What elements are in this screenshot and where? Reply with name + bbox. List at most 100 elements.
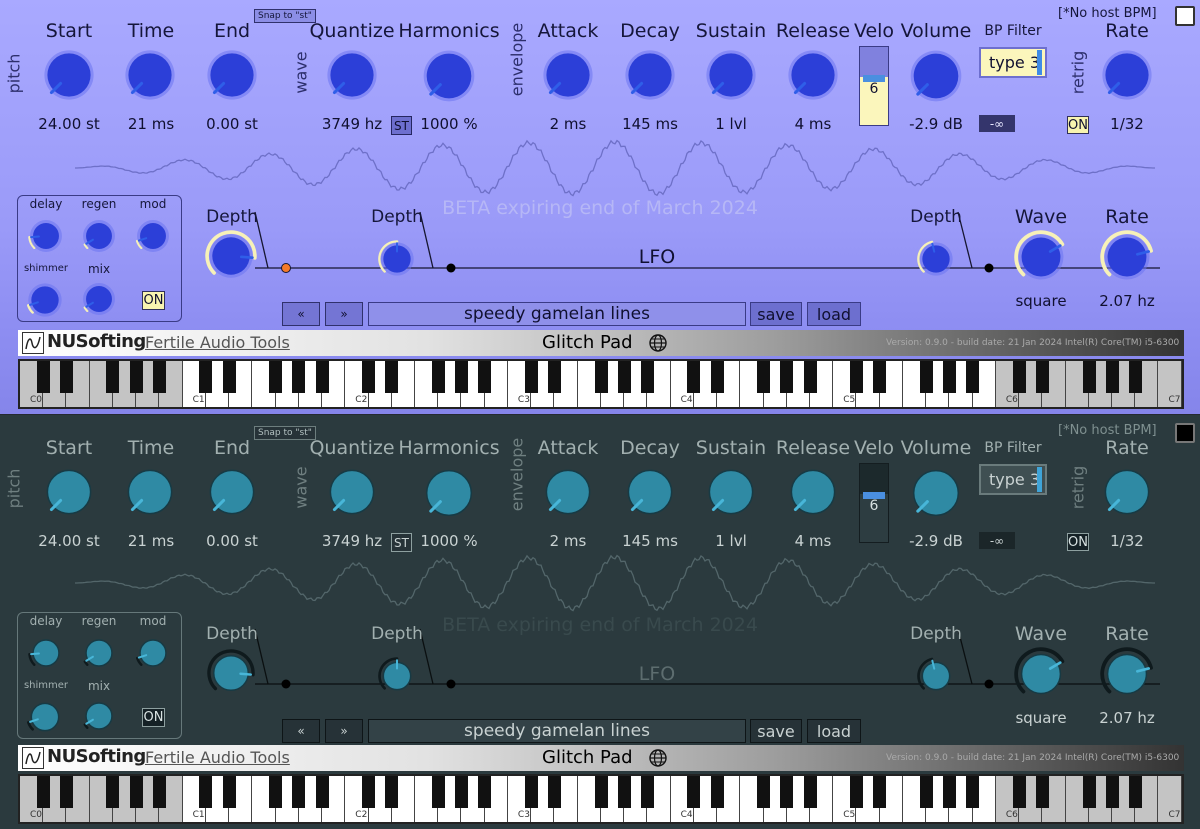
black-key[interactable] <box>919 361 933 393</box>
velo-slider[interactable]: 6 <box>859 463 889 543</box>
black-key[interactable] <box>780 361 794 393</box>
end-knob[interactable] <box>202 45 262 109</box>
black-key[interactable] <box>129 776 143 808</box>
black-key[interactable] <box>617 361 631 393</box>
lfo-depth2-knob[interactable] <box>378 657 416 699</box>
window-toggle-button[interactable] <box>1175 6 1195 26</box>
black-key[interactable] <box>222 776 236 808</box>
lfo-depth3-knob[interactable] <box>917 657 955 699</box>
snap-st-button[interactable]: ST <box>391 533 412 552</box>
black-key[interactable] <box>431 361 445 393</box>
black-key[interactable] <box>315 776 329 808</box>
black-key[interactable] <box>640 361 654 393</box>
black-key[interactable] <box>617 776 631 808</box>
black-key[interactable] <box>292 776 306 808</box>
black-key[interactable] <box>873 361 887 393</box>
black-key[interactable] <box>1012 361 1026 393</box>
black-key[interactable] <box>1129 361 1143 393</box>
black-key[interactable] <box>106 776 120 808</box>
black-key[interactable] <box>803 361 817 393</box>
time-knob[interactable] <box>120 462 180 526</box>
save-preset-button[interactable]: save <box>750 302 802 326</box>
black-key[interactable] <box>1036 776 1050 808</box>
globe-icon[interactable] <box>648 333 668 353</box>
black-key[interactable] <box>850 361 864 393</box>
black-key[interactable] <box>850 776 864 808</box>
black-key[interactable] <box>548 776 562 808</box>
black-key[interactable] <box>1105 776 1119 808</box>
black-key[interactable] <box>36 361 50 393</box>
black-key[interactable] <box>1105 361 1119 393</box>
velo-slider[interactable]: 6 <box>859 46 889 126</box>
black-key[interactable] <box>385 776 399 808</box>
black-key[interactable] <box>524 776 538 808</box>
black-key[interactable] <box>59 361 73 393</box>
next-preset-button[interactable]: » <box>325 719 363 743</box>
sustain-knob[interactable] <box>701 45 761 109</box>
black-key[interactable] <box>943 361 957 393</box>
black-key[interactable] <box>943 776 957 808</box>
black-key[interactable] <box>455 361 469 393</box>
black-key[interactable] <box>1129 776 1143 808</box>
white-key[interactable]: C7 <box>1158 361 1182 407</box>
quantize-knob[interactable] <box>322 45 382 109</box>
black-key[interactable] <box>478 361 492 393</box>
release-knob[interactable] <box>783 45 843 109</box>
bp-filter-type-selector[interactable]: type 3 <box>979 47 1047 78</box>
decay-knob[interactable] <box>620 462 680 526</box>
black-key[interactable] <box>199 776 213 808</box>
black-key[interactable] <box>687 361 701 393</box>
release-knob[interactable] <box>783 462 843 526</box>
volume-knob[interactable] <box>905 462 967 528</box>
prev-preset-button[interactable]: « <box>282 719 320 743</box>
black-key[interactable] <box>757 361 771 393</box>
load-preset-button[interactable]: load <box>807 302 861 326</box>
lfo-depth2-knob[interactable] <box>378 240 416 282</box>
black-key[interactable] <box>524 361 538 393</box>
white-key[interactable]: C7 <box>1158 776 1182 822</box>
black-key[interactable] <box>129 361 143 393</box>
globe-icon[interactable] <box>648 748 668 768</box>
black-key[interactable] <box>152 361 166 393</box>
black-key[interactable] <box>873 776 887 808</box>
quantize-knob[interactable] <box>322 462 382 526</box>
black-key[interactable] <box>687 776 701 808</box>
black-key[interactable] <box>36 776 50 808</box>
black-key[interactable] <box>757 776 771 808</box>
preset-name-field[interactable]: speedy gamelan lines <box>368 302 746 326</box>
black-key[interactable] <box>152 776 166 808</box>
volume-knob[interactable] <box>905 45 967 111</box>
lfo-wave-knob[interactable] <box>1014 647 1068 705</box>
effects-toggle[interactable]: ON <box>142 708 165 727</box>
attack-knob[interactable] <box>538 45 598 109</box>
black-key[interactable] <box>594 361 608 393</box>
rate-knob[interactable] <box>1097 462 1157 526</box>
black-key[interactable] <box>292 361 306 393</box>
snap-st-button[interactable]: ST <box>391 116 412 135</box>
black-key[interactable] <box>269 361 283 393</box>
lfo-depth3-knob[interactable] <box>917 240 955 282</box>
lfo-wave-knob[interactable] <box>1014 230 1068 288</box>
black-key[interactable] <box>640 776 654 808</box>
retrig-toggle[interactable]: ON <box>1067 116 1089 134</box>
load-preset-button[interactable]: load <box>807 719 861 743</box>
window-toggle-button[interactable] <box>1175 423 1195 443</box>
black-key[interactable] <box>362 361 376 393</box>
black-key[interactable] <box>59 776 73 808</box>
prev-preset-button[interactable]: « <box>282 302 320 326</box>
effects-toggle[interactable]: ON <box>142 291 165 310</box>
black-key[interactable] <box>710 776 724 808</box>
lfo-rate-knob[interactable] <box>1100 230 1154 288</box>
rate-knob[interactable] <box>1097 45 1157 109</box>
black-key[interactable] <box>966 776 980 808</box>
black-key[interactable] <box>780 776 794 808</box>
black-key[interactable] <box>548 361 562 393</box>
lfo-rate-knob[interactable] <box>1100 647 1154 705</box>
decay-knob[interactable] <box>620 45 680 109</box>
black-key[interactable] <box>455 776 469 808</box>
black-key[interactable] <box>1082 776 1096 808</box>
black-key[interactable] <box>710 361 724 393</box>
piano-keyboard[interactable]: C0 C1 C2 C3 C4 C5 C6 C7 <box>18 774 1184 824</box>
black-key[interactable] <box>269 776 283 808</box>
retrig-toggle[interactable]: ON <box>1067 533 1089 551</box>
